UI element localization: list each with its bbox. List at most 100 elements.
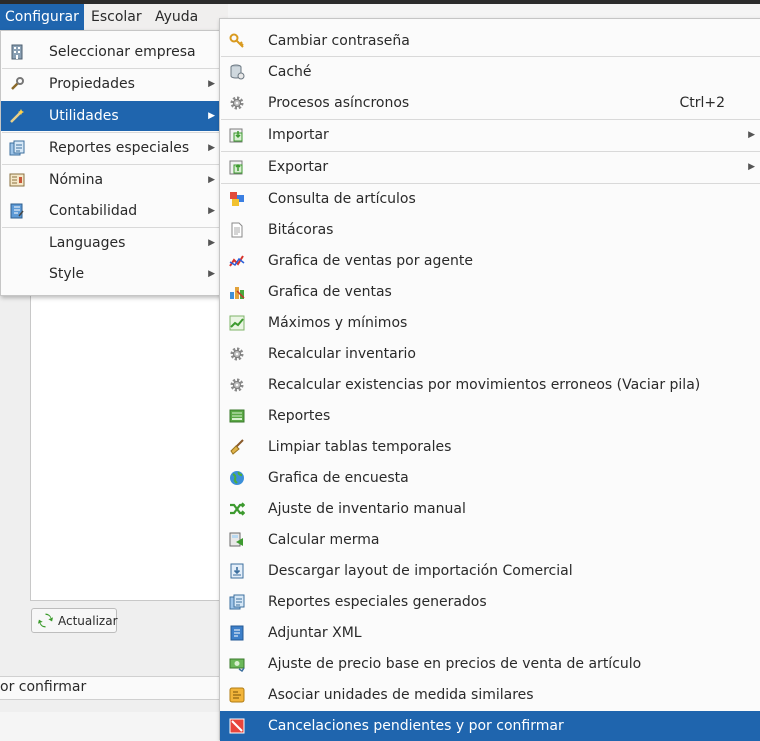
menu-item-label: Bitácoras xyxy=(268,222,334,238)
menu-item-label: Contabilidad xyxy=(49,203,138,219)
wrench-icon xyxy=(11,77,24,90)
menu-item-label: Cambiar contraseña xyxy=(268,33,410,49)
utilidades-submenu: Cambiar contraseña Caché Procesos asíncr… xyxy=(219,18,760,741)
menu-item-adjuntar-xml[interactable]: Adjuntar XML xyxy=(220,618,760,648)
download-layout-icon xyxy=(230,563,244,579)
price-tag-icon xyxy=(229,658,245,672)
globe-icon xyxy=(230,471,244,485)
menu-item-ajuste-inventario[interactable]: Ajuste de inventario manual xyxy=(220,494,760,524)
menu-item-reportes-especiales-generados[interactable]: Reportes especiales generados xyxy=(220,587,760,617)
menu-item-languages[interactable]: Languages ▶ xyxy=(1,228,221,258)
menu-item-asociar-unidades[interactable]: Asociar unidades de medida similares xyxy=(220,680,760,710)
menu-item-exportar[interactable]: Exportar ▶ xyxy=(220,152,760,182)
menu-item-recalcular-existencias[interactable]: Recalcular existencias por movimientos e… xyxy=(220,370,760,400)
menu-item-label: Reportes xyxy=(268,408,331,424)
database-icon xyxy=(230,64,245,80)
menu-item-utilidades[interactable]: Utilidades ▶ xyxy=(1,101,221,131)
menu-item-label: Descargar layout de importación Comercia… xyxy=(268,563,573,579)
menu-item-procesos-asincronos[interactable]: Procesos asíncronos Ctrl+2 xyxy=(220,88,760,118)
menu-item-label: Cancelaciones pendientes y por confirmar xyxy=(268,718,564,734)
menu-item-seleccionar-empresa[interactable]: Seleccionar empresa xyxy=(1,37,221,67)
menu-item-label: Adjuntar XML xyxy=(268,625,362,641)
menu-item-recalcular-inventario[interactable]: Recalcular inventario xyxy=(220,339,760,369)
menu-item-cancelaciones-pendientes[interactable]: Cancelaciones pendientes y por confirmar xyxy=(220,711,760,741)
menu-item-label: Ajuste de precio base en precios de vent… xyxy=(268,656,642,672)
menu-item-label: Seleccionar empresa xyxy=(49,44,196,60)
configurar-dropdown: Seleccionar empresa Propiedades ▶ Utilid… xyxy=(0,30,222,296)
menu-item-label: Utilidades xyxy=(49,108,119,124)
gear-icon xyxy=(230,96,244,110)
status-text: or confirmar xyxy=(0,679,87,695)
menu-item-descargar-layout[interactable]: Descargar layout de importación Comercia… xyxy=(220,556,760,586)
bar-graph-icon xyxy=(230,287,245,299)
menu-item-label: Limpiar tablas temporales xyxy=(268,439,452,455)
menu-item-ajuste-precio-base[interactable]: Ajuste de precio base en precios de vent… xyxy=(220,649,760,679)
refresh-icon xyxy=(38,613,53,628)
key-icon xyxy=(229,33,244,48)
menu-item-limpiar-tablas[interactable]: Limpiar tablas temporales xyxy=(220,432,760,462)
gear-icon xyxy=(230,347,244,361)
gear-icon xyxy=(230,378,244,392)
menu-item-label: Style xyxy=(49,266,85,282)
menu-item-contabilidad[interactable]: Contabilidad ▶ xyxy=(1,196,221,226)
menu-item-grafica-ventas-agente[interactable]: Grafica de ventas por agente xyxy=(220,246,760,276)
menu-item-label: Grafica de ventas xyxy=(268,284,392,300)
menu-item-label: Reportes especiales generados xyxy=(268,594,487,610)
units-icon xyxy=(229,687,245,703)
menu-item-reportes-especiales[interactable]: Reportes especiales ▶ xyxy=(1,133,221,163)
menu-item-label: Procesos asíncronos xyxy=(268,95,410,111)
menu-item-label: Exportar xyxy=(268,159,329,175)
menu-item-label: Recalcular inventario xyxy=(268,346,416,362)
content-list-area[interactable] xyxy=(30,296,223,601)
broom-icon xyxy=(230,439,244,455)
items-icon xyxy=(230,192,244,206)
menu-item-nomina[interactable]: Nómina ▶ xyxy=(1,165,221,195)
menu-item-label: Caché xyxy=(268,64,312,80)
menu-configurar[interactable]: Configurar xyxy=(0,4,84,30)
menu-escolar[interactable]: Escolar xyxy=(86,4,147,30)
menu-item-bitacoras[interactable]: Bitácoras xyxy=(220,215,760,245)
line-graph-icon xyxy=(229,255,245,267)
submenu-arrow-icon: ▶ xyxy=(748,130,755,140)
submenu-arrow-icon: ▶ xyxy=(748,162,755,172)
menu-item-label: Grafica de ventas por agente xyxy=(268,253,473,269)
menu-item-cache[interactable]: Caché xyxy=(220,57,760,87)
report-stack-icon xyxy=(9,140,25,156)
menu-item-style[interactable]: Style ▶ xyxy=(1,259,221,289)
calculator-icon xyxy=(229,532,243,547)
export-icon xyxy=(229,160,243,175)
menu-item-grafica-encuesta[interactable]: Grafica de encuesta xyxy=(220,463,760,493)
report-stack-icon xyxy=(229,594,245,610)
menu-item-grafica-ventas[interactable]: Grafica de ventas xyxy=(220,277,760,307)
shuffle-icon xyxy=(230,502,245,516)
submenu-arrow-icon: ▶ xyxy=(208,111,215,121)
menu-item-label: Languages xyxy=(49,235,126,251)
log-document-icon xyxy=(231,222,243,238)
refresh-button-label: Actualizar xyxy=(58,614,118,628)
menu-item-reportes[interactable]: Reportes xyxy=(220,401,760,431)
menu-item-calcular-merma[interactable]: Calcular merma xyxy=(220,525,760,555)
menu-item-consulta-de-articulos[interactable]: Consulta de artículos xyxy=(220,184,760,214)
submenu-arrow-icon: ▶ xyxy=(208,238,215,248)
cancel-icon xyxy=(229,718,245,734)
menu-item-label: Asociar unidades de medida similares xyxy=(268,687,534,703)
xml-attach-icon xyxy=(230,625,244,641)
refresh-button[interactable]: Actualizar xyxy=(31,608,118,633)
menu-ayuda[interactable]: Ayuda xyxy=(150,4,203,30)
menu-bar: Configurar Escolar Ayuda xyxy=(0,4,228,31)
menu-item-label: Recalcular existencias por movimientos e… xyxy=(268,377,701,393)
ledger-icon xyxy=(10,203,24,219)
magic-wand-icon xyxy=(10,109,24,123)
menu-item-label: Grafica de encuesta xyxy=(268,470,409,486)
menu-item-label: Máximos y mínimos xyxy=(268,315,408,331)
menu-item-maximos-minimos[interactable]: Máximos y mínimos xyxy=(220,308,760,338)
menu-item-propiedades[interactable]: Propiedades ▶ xyxy=(1,69,221,99)
payroll-icon xyxy=(9,173,25,187)
menu-item-importar[interactable]: Importar ▶ xyxy=(220,120,760,150)
menu-item-label: Importar xyxy=(268,127,329,143)
menu-item-cambiar-contrasena[interactable]: Cambiar contraseña xyxy=(220,26,760,56)
building-icon xyxy=(11,44,23,60)
menu-item-shortcut: Ctrl+2 xyxy=(679,95,725,111)
menu-item-label: Calcular merma xyxy=(268,532,380,548)
menu-item-label: Reportes especiales xyxy=(49,140,190,156)
